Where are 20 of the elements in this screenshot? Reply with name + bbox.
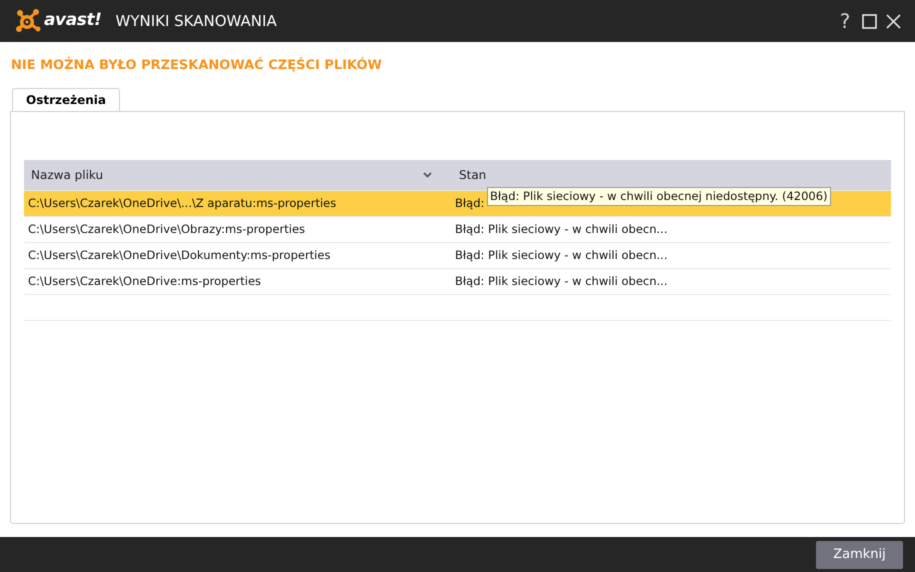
column-header[interactable]: Nazwa pliku xyxy=(24,160,452,190)
help-button[interactable]: ? xyxy=(835,9,855,33)
file-cell-text: C:\Users\Czarek\OneDrive\...\Z aparatu:ms-properties xyxy=(27,194,338,212)
status-cell-text: Błąd: Plik sieciowy - w chwili obecn... xyxy=(455,220,668,238)
status-cell-text: Błąd: Plik sieciowy - w chwili obecn... xyxy=(455,272,668,290)
status-cell-text: Błąd: Plik sieciowy - w chwili obecn... xyxy=(455,246,668,264)
file-cell-text: C:\Users\Czarek\OneDrive:ms-properties xyxy=(27,272,262,290)
window-title: WYNIKI SKANOWANIA xyxy=(115,10,277,32)
maximize-icon xyxy=(862,14,876,28)
column-header[interactable]: Stan xyxy=(452,160,891,190)
close-dialog-button[interactable]: Zamknij xyxy=(816,540,903,568)
file-cell-text: C:\Users\Czarek\OneDrive\Obrazy:ms-properties xyxy=(27,220,306,238)
page-heading: NIE MOŻNA BYŁO PRZESKANOWAĆ CZĘŚCI PLIKÓW xyxy=(11,56,383,75)
logo-icon xyxy=(16,9,42,33)
file-cell-text: C:\Users\Czarek\OneDrive\Dokumenty:ms-properties xyxy=(27,246,332,264)
tooltip: Błąd: Plik sieciowy - w chwili obecnej niedostępny. (42006) xyxy=(487,187,831,206)
close-icon xyxy=(886,14,900,28)
tab[interactable]: Ostrzeżenia xyxy=(12,88,120,112)
status-cell-text: Błąd: xyxy=(455,194,484,212)
logo-text: avast! xyxy=(44,9,102,32)
